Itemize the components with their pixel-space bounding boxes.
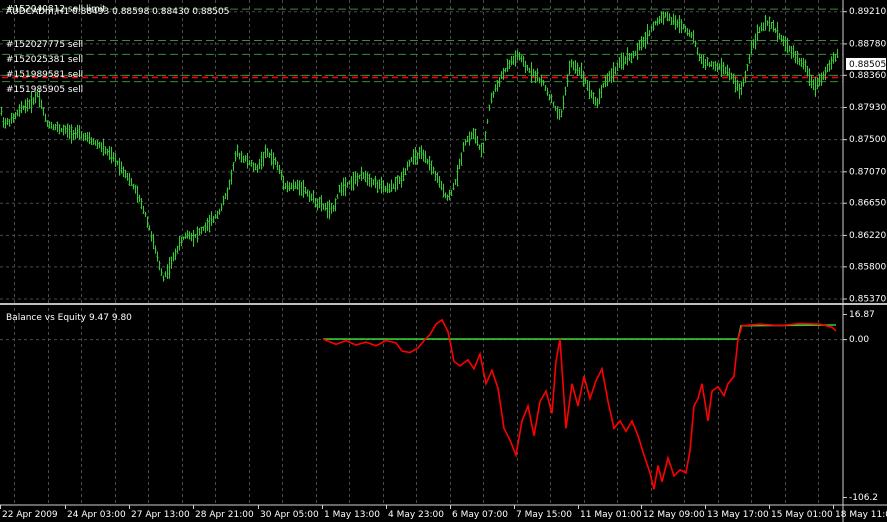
- time-tick-label: 1 May 13:00: [324, 510, 380, 520]
- time-tick-label: 24 Apr 03:00: [67, 510, 126, 520]
- separator-gap: [0, 305, 887, 308]
- time-tick-label: 15 May 01:00: [771, 510, 833, 520]
- symbol-header: AUDCADm,H1 0.88493 0.88598 0.88430 0.885…: [6, 7, 229, 17]
- order-label: #151989581 sell: [6, 70, 83, 80]
- time-tick-label: 11 May 01:00: [580, 510, 642, 520]
- order-label: #152027775 sell: [6, 40, 83, 50]
- price-tick-label: 0.86220: [849, 231, 886, 241]
- time-tick-label: 28 Apr 21:00: [195, 510, 254, 520]
- price-tick-label: 0.88360: [849, 71, 886, 81]
- price-tick-label: 0.85800: [849, 262, 886, 272]
- order-label: #152025381 sell: [6, 55, 83, 65]
- time-tick-label: 18 May 11:00: [835, 510, 887, 520]
- equity-tick-label: -106.2: [849, 493, 878, 503]
- trading-terminal: #152040812 sell limit AUDCADm,H1 0.88493…: [0, 0, 887, 522]
- panel-separator[interactable]: [0, 303, 887, 305]
- time-tick-label: 22 Apr 2009: [2, 510, 58, 520]
- time-tick-label: 13 May 17:00: [707, 510, 769, 520]
- time-tick-label: 30 Apr 05:00: [260, 510, 319, 520]
- indicator-title: Balance vs Equity 9.47 9.80: [6, 313, 132, 323]
- price-tick-label: 0.87070: [849, 167, 886, 177]
- price-tick-label: 0.87930: [849, 103, 886, 113]
- time-tick-label: 27 Apr 13:00: [131, 510, 190, 520]
- price-tick-label: 0.87500: [849, 135, 886, 145]
- price-tick-label: 0.88780: [849, 39, 886, 49]
- equity-tick-label: 16.87: [849, 310, 875, 320]
- equity-tick-label: 0.00: [849, 335, 869, 345]
- time-tick-label: 4 May 23:00: [388, 510, 444, 520]
- price-tick-label: 0.89210: [849, 7, 886, 17]
- price-tick-label: 0.86650: [849, 199, 886, 209]
- current-price-label: 0.88505: [849, 60, 886, 70]
- order-label: #151985905 sell: [6, 85, 83, 95]
- time-tick-label: 12 May 09:00: [643, 510, 705, 520]
- time-tick-label: 7 May 15:00: [516, 510, 572, 520]
- time-tick-label: 6 May 07:00: [452, 510, 508, 520]
